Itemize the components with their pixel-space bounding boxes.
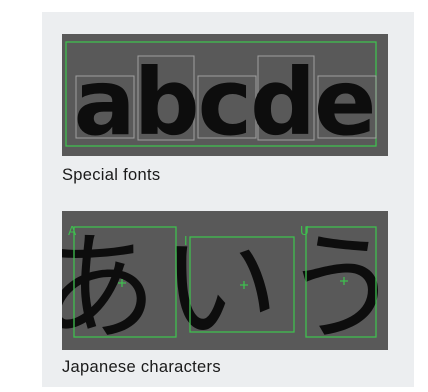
japanese-characters-image: あいう A I U xyxy=(62,211,388,350)
box-label-u: U xyxy=(300,224,309,238)
special-fonts-image: abcde xyxy=(62,34,388,156)
special-font-sample: abcde xyxy=(74,49,375,156)
box-label-i: I xyxy=(184,234,188,248)
caption-japanese-characters: Japanese characters xyxy=(62,358,221,376)
caption-special-fonts: Special fonts xyxy=(62,166,161,184)
box-label-a: A xyxy=(68,224,77,238)
japanese-sample: あいう xyxy=(62,219,388,350)
